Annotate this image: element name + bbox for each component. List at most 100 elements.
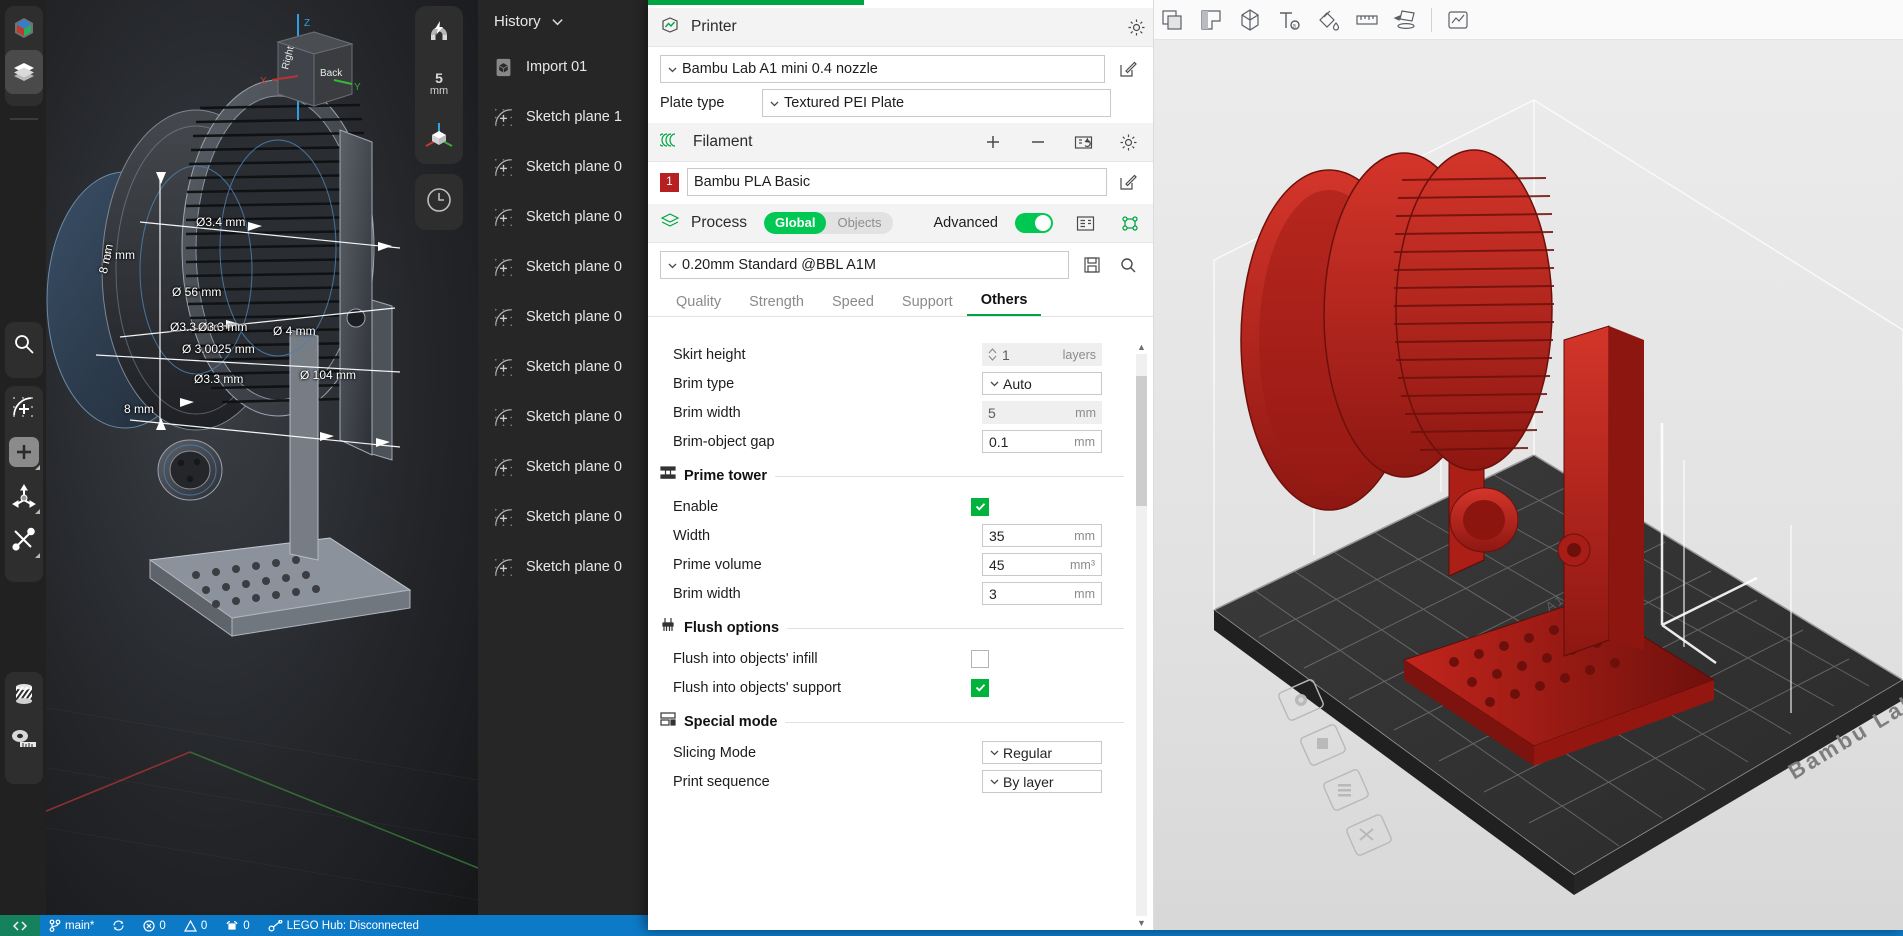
cad-viewport[interactable]: Ø3.4 mm 8 mm Ø 56 mm 8 mm Ø3.3 mm Ø3.3 m… xyxy=(0,0,478,920)
settings-scrollbar[interactable]: ▲ ▼ xyxy=(1136,340,1147,930)
printer-settings-gear-icon[interactable] xyxy=(1119,10,1153,44)
remote-status-icon[interactable] xyxy=(0,915,40,936)
setting-input[interactable]: 45 mm³ xyxy=(982,553,1102,576)
scope-objects-pill[interactable]: Objects xyxy=(826,212,892,234)
history-item[interactable]: Sketch plane 0 xyxy=(478,492,656,542)
setting-combo[interactable]: Regular xyxy=(982,741,1102,764)
plate-type-combo[interactable]: Textured PEI Plate xyxy=(762,89,1111,117)
scrollbar-thumb[interactable] xyxy=(1136,376,1147,506)
history-clock-icon[interactable] xyxy=(415,174,463,226)
spinner-arrows[interactable] xyxy=(988,348,997,361)
measure-icon[interactable] xyxy=(1347,3,1386,37)
view-cube[interactable]: Right Back Z X Y xyxy=(246,14,366,120)
import-file-icon xyxy=(494,58,513,77)
setting-combo[interactable]: Auto xyxy=(982,372,1102,395)
printer-edit-icon[interactable] xyxy=(1115,56,1141,82)
process-tab-support[interactable]: Support xyxy=(888,294,967,316)
setting-input[interactable]: 5 mm xyxy=(982,401,1102,424)
support-painting-icon[interactable] xyxy=(1191,3,1230,37)
filament-index-badge[interactable]: 1 xyxy=(660,172,679,192)
process-tab-quality[interactable]: Quality xyxy=(662,294,735,316)
measure-icon[interactable] xyxy=(5,716,43,760)
advanced-toggle[interactable] xyxy=(1015,213,1053,233)
history-item[interactable]: Sketch plane 0 xyxy=(478,542,656,592)
settings-list[interactable]: Skirt height 1 layers Brim type Auto Brim wi… xyxy=(648,340,1153,930)
scope-global-pill[interactable]: Global xyxy=(764,212,827,234)
sketch-icon[interactable] xyxy=(5,386,43,430)
history-item-label: Import 01 xyxy=(526,59,588,75)
filament-name-combo[interactable]: Bambu PLA Basic xyxy=(687,168,1107,196)
setting-row: Print sequence By layer xyxy=(648,767,1153,796)
setting-input[interactable]: 0.1 mm xyxy=(982,430,1102,453)
history-item[interactable]: Sketch plane 0 xyxy=(478,142,656,192)
branch-status[interactable]: main* xyxy=(40,915,103,936)
process-scope-switch[interactable]: Global Objects xyxy=(764,212,893,234)
sketch-plane-icon xyxy=(494,458,513,477)
process-tab-strength[interactable]: Strength xyxy=(735,294,818,316)
lego-hub-status[interactable]: LEGO Hub: Disconnected xyxy=(259,915,428,936)
setting-input[interactable]: 3 mm xyxy=(982,582,1102,605)
sync-status[interactable] xyxy=(103,915,134,936)
material-icon[interactable] xyxy=(5,672,43,716)
scroll-down-arrow[interactable]: ▼ xyxy=(1136,916,1147,930)
history-item[interactable]: Sketch plane 0 xyxy=(478,392,656,442)
grid-step-value[interactable]: 5 mm xyxy=(415,58,463,110)
create-submenu-arrow[interactable] xyxy=(35,465,40,470)
setting-checkbox[interactable] xyxy=(971,497,989,516)
mesh-boolean-icon[interactable] xyxy=(1152,3,1191,37)
move-icon[interactable] xyxy=(5,474,43,518)
history-item[interactable]: Sketch plane 0 xyxy=(478,292,656,342)
filament-remove-icon[interactable] xyxy=(1021,125,1055,159)
flatten-icon[interactable] xyxy=(1386,3,1425,37)
flush-options-icon xyxy=(660,615,676,638)
origin-axis-icon[interactable] xyxy=(415,110,463,162)
printer-preset-combo[interactable]: Bambu Lab A1 mini 0.4 nozzle xyxy=(660,55,1105,83)
setting-spinner[interactable]: 1 layers xyxy=(982,343,1102,366)
snap-magnet-icon[interactable] xyxy=(415,6,463,58)
layers-icon[interactable] xyxy=(5,50,43,94)
settings-group-header: Flush options xyxy=(648,608,1153,644)
process-tab-others[interactable]: Others xyxy=(966,292,1042,316)
history-header[interactable]: History xyxy=(478,0,656,42)
history-item[interactable]: Sketch plane 0 xyxy=(478,442,656,492)
create-icon[interactable] xyxy=(5,430,43,474)
slicer-3d-view[interactable]: Bambu Lab A1 mini xyxy=(1154,40,1903,930)
sync-ams-icon[interactable] xyxy=(1066,125,1100,159)
setting-checkbox[interactable] xyxy=(971,649,989,668)
chevron-down-icon[interactable] xyxy=(551,15,564,28)
mode-icon[interactable] xyxy=(1113,206,1147,240)
fill-color-icon[interactable] xyxy=(1308,3,1347,37)
history-item[interactable]: Sketch plane 0 xyxy=(478,192,656,242)
filament-settings-gear-icon[interactable] xyxy=(1111,125,1145,159)
scroll-up-arrow[interactable]: ▲ xyxy=(1136,340,1147,354)
process-tab-speed[interactable]: Speed xyxy=(818,294,888,316)
setting-input[interactable]: 35 mm xyxy=(982,524,1102,547)
history-item[interactable]: Import 01 xyxy=(478,42,656,92)
search-icon[interactable] xyxy=(5,322,43,366)
history-item[interactable]: Sketch plane 1 xyxy=(478,92,656,142)
app-logo-icon[interactable] xyxy=(5,6,43,50)
tools-submenu-arrow[interactable] xyxy=(35,553,40,558)
color-painting-icon[interactable] xyxy=(1230,3,1269,37)
compare-icon[interactable] xyxy=(1068,206,1102,240)
setting-combo[interactable]: By layer xyxy=(982,770,1102,793)
move-submenu-arrow[interactable] xyxy=(35,509,40,514)
filament-add-icon[interactable] xyxy=(976,125,1010,159)
process-search-icon[interactable] xyxy=(1115,252,1141,278)
setting-row: Brim type Auto xyxy=(648,369,1153,398)
process-preset-value: 0.20mm Standard @BBL A1M xyxy=(682,257,876,273)
chevron-down-icon xyxy=(668,67,677,72)
tools-icon[interactable] xyxy=(5,518,43,562)
errors-status[interactable]: 0 xyxy=(134,915,174,936)
filament-edit-icon[interactable] xyxy=(1115,169,1141,195)
process-preset-combo[interactable]: 0.20mm Standard @BBL A1M xyxy=(660,251,1069,279)
process-save-icon[interactable] xyxy=(1079,252,1105,278)
ports-status[interactable]: 0 xyxy=(216,915,258,936)
history-item[interactable]: Sketch plane 0 xyxy=(478,342,656,392)
setting-checkbox[interactable] xyxy=(971,678,989,697)
warnings-status[interactable]: 0 xyxy=(175,915,216,936)
assembly-icon[interactable] xyxy=(1438,3,1477,37)
history-item[interactable]: Sketch plane 0 xyxy=(478,242,656,292)
dimension-label: Ø 3.0025 mm xyxy=(182,342,255,356)
text-icon[interactable]: a xyxy=(1269,3,1308,37)
